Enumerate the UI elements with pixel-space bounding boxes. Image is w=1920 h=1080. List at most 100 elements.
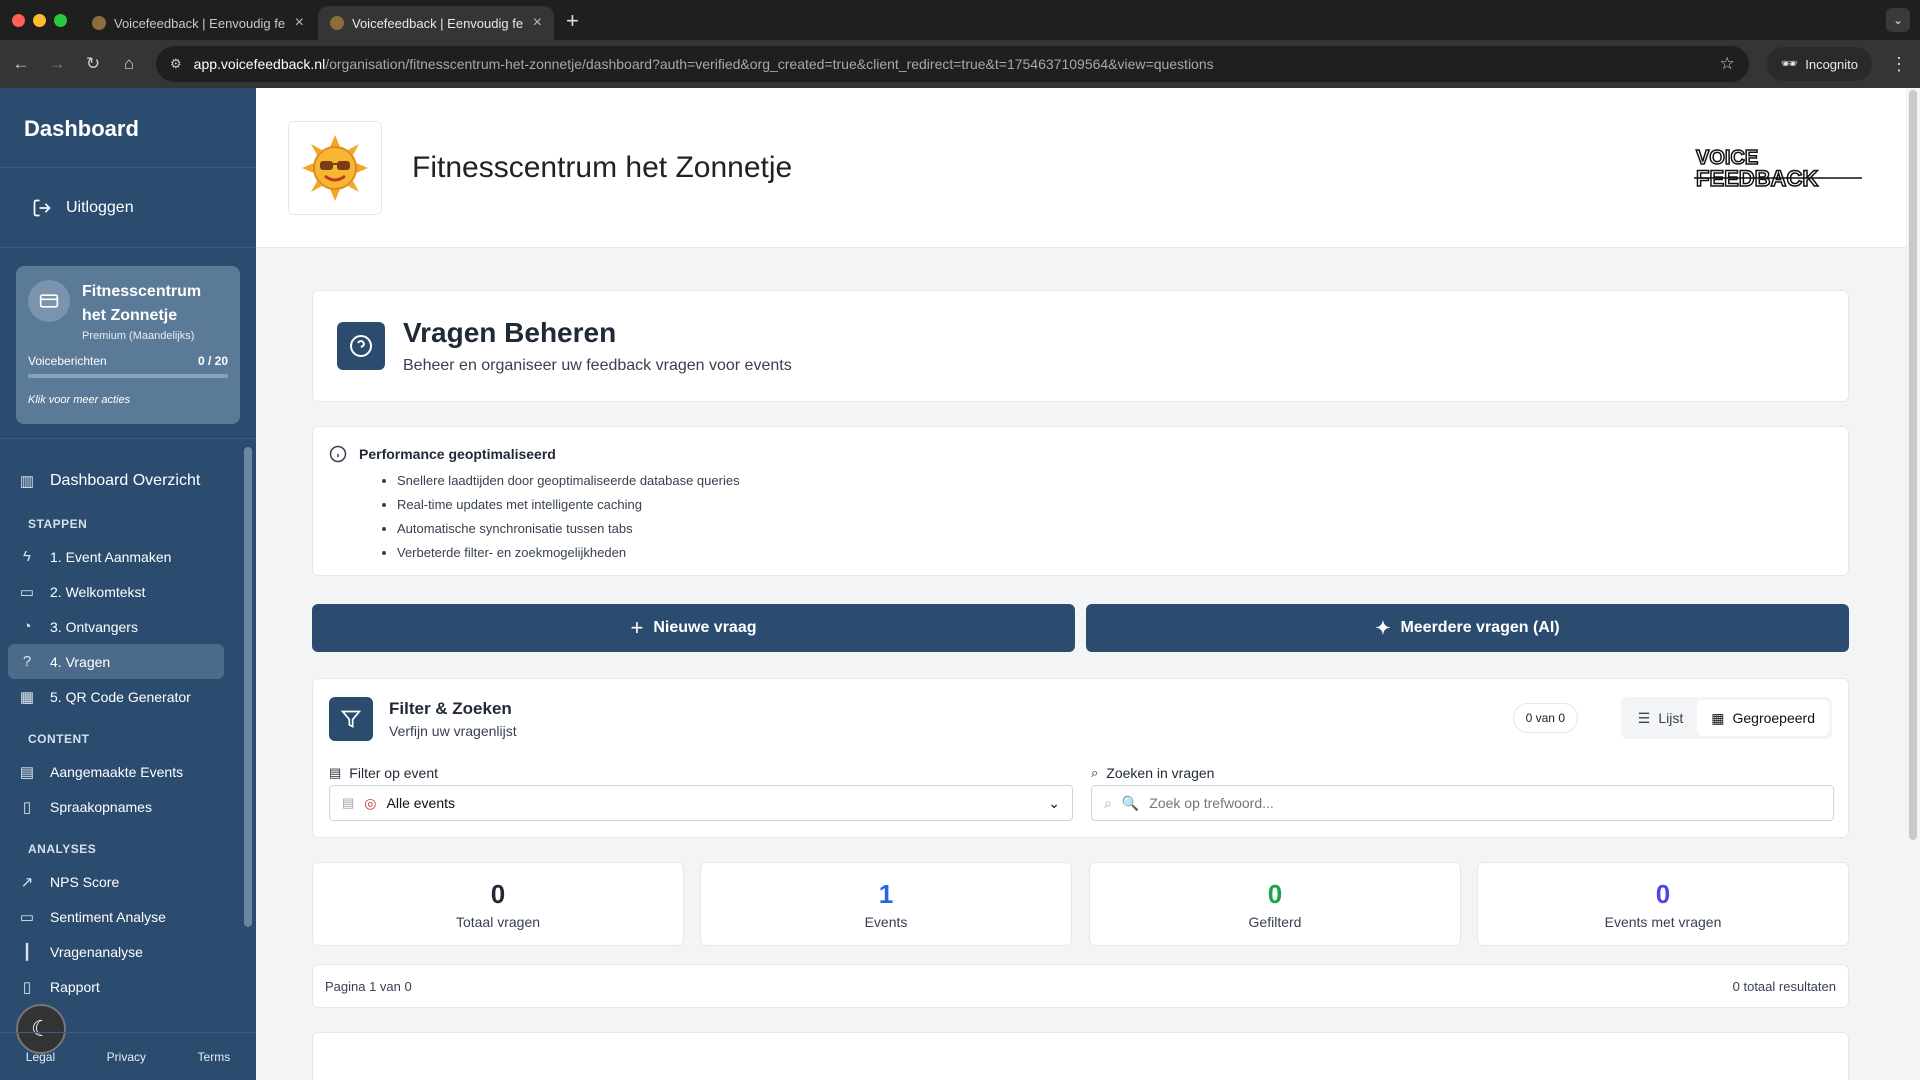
bar-chart-icon: ▥ xyxy=(19,473,35,490)
sidebar-scrollbar[interactable] xyxy=(244,447,252,927)
browser-toolbar: ← → ↻ ⌂ ⚙ app.voicefeedback.nl/organisat… xyxy=(0,40,1920,88)
stat-label: Events met vragen xyxy=(1604,914,1722,930)
magnifier-emoji-icon: 🔍 xyxy=(1121,794,1140,811)
calendar-icon: ▤ xyxy=(329,765,342,780)
questions-list-card xyxy=(312,1032,1849,1080)
sidebar-item-label: Rapport xyxy=(50,978,100,995)
browser-tab-active[interactable]: Voicefeedback | Eenvoudig fe × xyxy=(318,6,554,40)
ai-questions-button[interactable]: ✦ Meerdere vragen (AI) xyxy=(1086,604,1849,652)
stat-label: Gefilterd xyxy=(1248,914,1302,930)
close-tab-icon[interactable]: × xyxy=(295,14,304,32)
quota-progress-bar xyxy=(28,374,228,378)
page-scrollbar-thumb[interactable] xyxy=(1909,90,1917,840)
close-window-button[interactable] xyxy=(12,14,25,27)
sidebar-item-qr-code[interactable]: ▦ 5. QR Code Generator xyxy=(0,679,256,714)
url-text[interactable]: app.voicefeedback.nl/organisation/fitnes… xyxy=(194,56,1708,72)
list-item: Snellere laadtijden door geoptimaliseerd… xyxy=(397,469,1832,493)
sidebar-item-vragenanalyse[interactable]: ┃ Vragenanalyse xyxy=(0,934,256,969)
event-select[interactable]: ▤ ◎ Alle events ⌄ xyxy=(329,785,1073,821)
sidebar-item-label: 3. Ontvangers xyxy=(50,618,138,635)
back-icon[interactable]: ← xyxy=(12,54,30,74)
new-tab-button[interactable]: + xyxy=(566,8,579,34)
page-indicator: Pagina 1 van 0 xyxy=(325,978,412,994)
search-input[interactable] xyxy=(1149,795,1821,811)
org-logo xyxy=(288,120,382,215)
organisation-card[interactable]: Fitnesscentrum het Zonnetje Premium (Maa… xyxy=(16,266,240,424)
favicon-icon xyxy=(330,16,344,30)
performance-notice: Performance geoptimaliseerd Snellere laa… xyxy=(312,426,1849,576)
sparkles-icon: ✦ xyxy=(1375,617,1391,638)
stat-value: 0 xyxy=(1655,879,1671,909)
browser-menu-icon[interactable]: ⋮ xyxy=(1890,54,1908,75)
sidebar-item-ontvangers[interactable]: ◔ 3. Ontvangers xyxy=(0,609,256,644)
main-content: Fitnesscentrum het Zonnetje VOICE FEEDBA… xyxy=(256,88,1906,1080)
sidebar-item-label: NPS Score xyxy=(50,873,120,890)
address-bar[interactable]: ⚙ app.voicefeedback.nl/organisation/fitn… xyxy=(156,46,1749,82)
sidebar-item-event-aanmaken[interactable]: ϟ 1. Event Aanmaken xyxy=(0,539,256,574)
page-scrollbar[interactable] xyxy=(1906,88,1920,1080)
trending-up-icon: ↗ xyxy=(20,873,34,891)
sidebar-item-overview[interactable]: ▥ Dashboard Overzicht xyxy=(0,461,256,501)
sidebar-item-label: Vragenanalyse xyxy=(50,943,143,960)
tab-search-button[interactable]: ⌄ xyxy=(1886,8,1910,32)
close-tab-icon[interactable]: × xyxy=(533,14,542,32)
sidebar-item-rapport[interactable]: ▯ Rapport xyxy=(0,969,256,1004)
clipboard-icon: ▯ xyxy=(22,978,32,996)
total-results: 0 totaal resultaten xyxy=(1732,978,1836,994)
sidebar-item-label: Sentiment Analyse xyxy=(50,908,166,925)
stat-card-total: 0 Totaal vragen xyxy=(312,862,684,946)
logout-label: Uitloggen xyxy=(66,198,134,216)
plus-icon: + xyxy=(630,615,644,640)
page-subtitle: Beheer en organiseer uw feedback vragen … xyxy=(403,357,792,374)
filter-title: Filter & Zoeken xyxy=(389,699,512,718)
privacy-link[interactable]: Privacy xyxy=(107,1050,146,1064)
view-grouped-button[interactable]: ▦ Gegroepeerd xyxy=(1697,700,1829,736)
forward-icon[interactable]: → xyxy=(48,54,66,74)
filter-card: Filter & Zoeken Verfijn uw vragenlijst 0… xyxy=(312,678,1849,838)
bookmark-star-icon[interactable]: ☆ xyxy=(1719,54,1734,74)
list-item: Automatische synchronisatie tussen tabs xyxy=(397,517,1832,541)
sidebar-item-sentiment[interactable]: ▭ Sentiment Analyse xyxy=(0,899,256,934)
sidebar-item-label: Aangemaakte Events xyxy=(50,763,184,780)
sidebar-item-label: Spraakopnames xyxy=(50,798,152,815)
target-icon: ◎ xyxy=(364,794,377,811)
calendar-icon: ▤ xyxy=(19,763,35,781)
bell-icon: ◔ xyxy=(22,618,32,635)
sidebar-item-events[interactable]: ▤ Aangemaakte Events xyxy=(0,754,256,789)
sidebar-item-label: 1. Event Aanmaken xyxy=(50,548,172,565)
home-icon[interactable]: ⌂ xyxy=(120,54,138,74)
sidebar-item-nps[interactable]: ↗ NPS Score xyxy=(0,864,256,899)
minimize-window-button[interactable] xyxy=(33,14,46,27)
sidebar-item-welkomtekst[interactable]: ▭ 2. Welkomtekst xyxy=(0,574,256,609)
new-question-button[interactable]: + Nieuwe vraag xyxy=(312,604,1075,652)
sidebar-item-spraakopnames[interactable]: ▯ Spraakopnames xyxy=(0,789,256,824)
section-heading-steps: STAPPEN xyxy=(28,517,88,531)
stat-card-events: 1 Events xyxy=(700,862,1072,946)
search-label: ⌕ Zoeken in vragen xyxy=(1091,765,1214,781)
sidebar-item-label: 4. Vragen xyxy=(50,653,111,670)
logout-button[interactable]: Uitloggen xyxy=(0,168,256,248)
page-title: Vragen Beheren xyxy=(403,317,617,348)
browser-tab[interactable]: Voicefeedback | Eenvoudig fe × xyxy=(80,6,316,40)
maximize-window-button[interactable] xyxy=(54,14,67,27)
qr-code-icon: ▦ xyxy=(19,688,35,706)
bar-chart-icon: ┃ xyxy=(22,943,32,961)
reload-icon[interactable]: ↻ xyxy=(84,54,102,74)
organisation-name: Fitnesscentrum het Zonnetje xyxy=(82,283,202,324)
voicefeedback-logo: VOICE FEEDBACK xyxy=(1694,146,1862,192)
sidebar-item-vragen[interactable]: ? 4. Vragen xyxy=(8,644,224,679)
site-info-icon[interactable]: ⚙ xyxy=(170,56,182,72)
calendar-icon: ▤ xyxy=(342,795,355,810)
sun-logo-icon xyxy=(302,134,368,201)
list-item: Real-time updates met intelligente cachi… xyxy=(397,493,1832,517)
message-icon: ▭ xyxy=(19,583,35,601)
terms-link[interactable]: Terms xyxy=(198,1050,231,1064)
stat-card-events-with-questions: 0 Events met vragen xyxy=(1477,862,1849,946)
legal-link[interactable]: Legal xyxy=(26,1050,55,1064)
stat-label: Events xyxy=(864,914,908,930)
search-field[interactable]: ⌕ 🔍 xyxy=(1091,785,1834,821)
sidebar-title: Dashboard xyxy=(0,88,256,168)
view-list-button[interactable]: ☰ Lijst xyxy=(1624,700,1697,736)
incognito-badge[interactable]: 🕶 Incognito xyxy=(1766,47,1872,81)
filter-subtitle: Verfijn uw vragenlijst xyxy=(389,723,517,739)
